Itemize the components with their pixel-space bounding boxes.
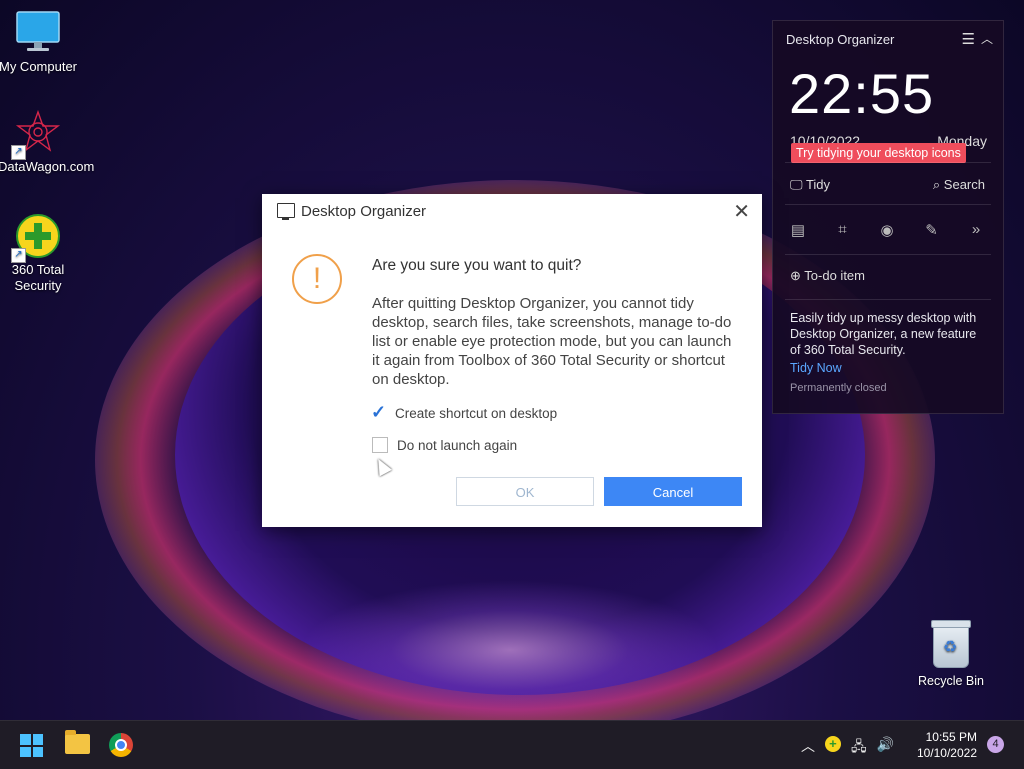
chevron-up-icon[interactable]: ︿ <box>801 736 815 760</box>
crop-screenshot-icon[interactable]: ⌗ <box>832 221 854 241</box>
divider <box>785 204 991 205</box>
search-icon: ⌕ <box>932 177 941 192</box>
datawagon-logo-icon: ↗ <box>11 109 61 160</box>
windows-start-icon[interactable] <box>20 734 43 757</box>
desktop-icon-datawagon[interactable]: ↗ DataWagon.com <box>0 109 95 175</box>
tidy-now-link[interactable]: Tidy Now <box>790 361 842 375</box>
tidy-tip-badge[interactable]: Try tidying your desktop icons <box>791 143 966 163</box>
notification-badge[interactable]: 4 <box>987 736 1004 753</box>
monitor-icon: 🖵 <box>790 177 803 192</box>
desktop-icon-label: My Computer <box>0 59 78 74</box>
taskbar-time: 10:55 PM <box>925 730 977 744</box>
create-shortcut-checkbox[interactable] <box>371 402 386 423</box>
search-label: Search <box>943 177 985 192</box>
do-not-launch-checkbox-row[interactable]: Do not launch again <box>372 437 517 453</box>
360-security-icon: ↗ <box>11 213 61 263</box>
file-explorer-icon[interactable] <box>65 730 90 754</box>
divider <box>785 299 991 300</box>
divider <box>785 162 991 163</box>
desktop-icon-recycle-bin[interactable]: ♻ Recycle Bin <box>912 620 990 688</box>
files-icon[interactable]: ▤ <box>787 221 809 241</box>
checkbox-label: Do not launch again <box>397 437 518 453</box>
recycle-bin-icon: ♻ <box>931 620 971 668</box>
desktop-icon-label: Recycle Bin <box>918 674 984 688</box>
recycle-symbol-icon: ♻ <box>943 639 958 656</box>
todo-label: To-do item <box>804 268 865 283</box>
chrome-icon[interactable] <box>109 733 133 757</box>
taskbar-clock[interactable]: 10:55 PM 10/10/2022 <box>917 729 977 761</box>
network-icon[interactable]: 🖧 <box>851 736 867 760</box>
desktop-icon-my-computer[interactable]: My Computer <box>0 10 78 75</box>
system-tray: ︿ + 🖧 🔊 <box>801 736 894 760</box>
dialog-title: Desktop Organizer <box>301 203 427 220</box>
warning-icon: ! <box>292 254 342 304</box>
todo-add-button[interactable]: ⊕ To-do item <box>790 268 865 284</box>
360-security-tray-icon[interactable]: + <box>824 736 841 752</box>
desktop-icon-label: DataWagon.com <box>0 159 95 174</box>
shortcut-arrow-icon: ↗ <box>11 145 26 160</box>
notes-icon[interactable]: ✎ <box>921 221 943 241</box>
dialog-titlebar: Desktop Organizer ✕ <box>262 194 762 228</box>
quit-confirmation-dialog: Desktop Organizer ✕ ! Are you sure you w… <box>262 194 762 527</box>
plus-circle-icon: ⊕ <box>790 268 801 283</box>
desktop-icon-360-total-security[interactable]: ↗ 360 Total Security <box>0 213 78 294</box>
permanently-closed-link[interactable]: Permanently closed <box>790 382 887 394</box>
widget-title: Desktop Organizer <box>786 32 895 47</box>
tidy-button[interactable]: 🖵 Tidy <box>790 177 830 193</box>
search-button[interactable]: ⌕ Search <box>933 177 985 193</box>
speaker-icon[interactable]: 🔊 <box>877 736 894 760</box>
desktop-icon-label: 360 Total Security <box>11 262 65 293</box>
widget-clock: 22:55 <box>789 62 935 125</box>
dialog-message: After quitting Desktop Organizer, you ca… <box>372 295 732 388</box>
close-icon[interactable]: ✕ <box>733 199 750 224</box>
cancel-button[interactable]: Cancel <box>604 477 742 506</box>
divider <box>785 254 991 255</box>
create-shortcut-checkbox-row[interactable]: Create shortcut on desktop <box>371 402 558 423</box>
desktop-organizer-widget: Desktop Organizer ☰ ︿ 22:55 10/10/2022 M… <box>772 20 1004 414</box>
ok-button[interactable]: OK <box>456 477 594 506</box>
checkbox-label: Create shortcut on desktop <box>395 406 558 421</box>
shortcut-arrow-icon: ↗ <box>11 248 26 263</box>
taskbar-date: 10/10/2022 <box>916 746 977 760</box>
wallpaper-core <box>300 580 720 720</box>
tidy-label: Tidy <box>805 177 831 192</box>
taskbar: ︿ + 🖧 🔊 10:55 PM 10/10/2022 4 <box>0 720 1024 769</box>
widget-description: Easily tidy up messy desktop with Deskto… <box>790 311 977 357</box>
monitor-icon <box>15 10 61 56</box>
widget-toolbar: ▤ ⌗ ◉ ✎ » <box>787 221 987 241</box>
double-chevron-right-icon[interactable]: » <box>965 221 987 241</box>
dialog-question: Are you sure you want to quit? <box>372 257 582 274</box>
chevron-up-icon[interactable]: ︿ <box>981 30 993 47</box>
hamburger-menu-icon[interactable]: ☰ <box>962 30 975 48</box>
desktop-organizer-icon <box>277 203 295 220</box>
do-not-launch-checkbox[interactable] <box>372 437 388 453</box>
eye-protection-icon[interactable]: ◉ <box>876 221 898 241</box>
